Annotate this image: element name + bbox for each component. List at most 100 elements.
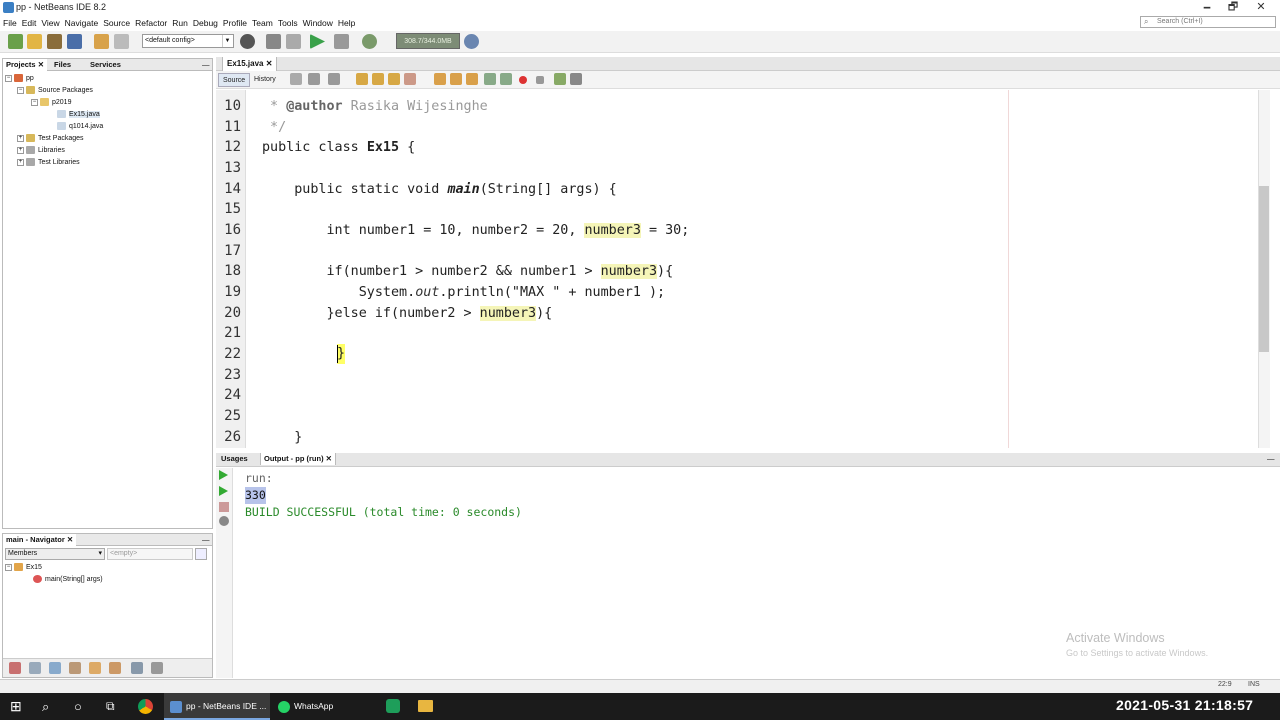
gc-icon[interactable] <box>464 34 479 49</box>
search-input[interactable]: ⌕ Search (Ctrl+I) <box>1140 16 1276 28</box>
clean-build-icon[interactable] <box>286 34 301 49</box>
editor-scroll-thumb[interactable] <box>1259 186 1269 352</box>
tab-usages[interactable]: Usages <box>218 453 251 465</box>
new-project-icon[interactable] <box>27 34 42 49</box>
menu-edit[interactable]: Edit <box>22 16 37 30</box>
search-icon[interactable]: ⌕ <box>42 693 49 720</box>
settings-icon[interactable] <box>219 516 229 526</box>
close-button[interactable]: ✕ <box>1248 0 1274 16</box>
redo-icon[interactable] <box>114 34 129 49</box>
navigator-filter-select[interactable]: <empty> <box>107 548 193 560</box>
memory-indicator[interactable]: 308.7/344.0MB <box>396 33 460 49</box>
menu-help[interactable]: Help <box>338 16 355 30</box>
tree-node-libraries[interactable]: + Libraries <box>17 145 65 157</box>
line-number: 15 <box>224 201 241 217</box>
panel-minimize-icon[interactable]: — <box>199 59 213 71</box>
panel-minimize-icon[interactable]: — <box>199 534 213 546</box>
tree-node-pp[interactable]: − pp <box>5 73 34 85</box>
check-icon[interactable] <box>570 73 582 85</box>
tree-node-p2019[interactable]: − p2019 <box>31 97 71 109</box>
forward-icon[interactable] <box>328 73 340 85</box>
menu-team[interactable]: Team <box>252 16 273 30</box>
stop-icon[interactable] <box>219 502 229 512</box>
menu-navigate[interactable]: Navigate <box>65 16 99 30</box>
run-icon[interactable] <box>310 34 325 49</box>
tab-services[interactable]: Services <box>87 59 124 71</box>
bookmark-icon[interactable] <box>466 73 478 85</box>
taskbar-whatsapp[interactable]: WhatsApp <box>272 693 372 720</box>
profile-icon[interactable] <box>362 34 377 49</box>
tab-ex15-java[interactable]: Ex15.java ✕ <box>222 57 278 71</box>
tab-files[interactable]: Files <box>51 59 74 71</box>
code-editor[interactable]: * @author Rasika Wijesinghe */ public cl… <box>247 90 1257 448</box>
cortana-icon[interactable]: ○ <box>74 693 82 720</box>
comment-icon[interactable] <box>484 73 496 85</box>
target-icon[interactable] <box>240 34 255 49</box>
tab-projects[interactable]: Projects ✕ <box>3 59 47 71</box>
debug-icon[interactable] <box>334 34 349 49</box>
menu-debug[interactable]: Debug <box>193 16 218 30</box>
back-icon[interactable] <box>308 73 320 85</box>
maximize-button[interactable]: 🗗 <box>1220 0 1246 16</box>
find-icon[interactable] <box>356 73 368 85</box>
tab-source[interactable]: Source <box>218 73 251 87</box>
members-select[interactable]: Members ▾ <box>5 548 105 560</box>
rerun-icon[interactable] <box>219 470 228 480</box>
tab-output-pp-run[interactable]: Output - pp (run) ✕ <box>260 453 336 465</box>
sort-icon[interactable] <box>151 662 163 674</box>
taskbar-netbeans[interactable]: pp - NetBeans IDE ... <box>164 693 270 720</box>
filter-icon[interactable] <box>89 662 101 674</box>
tab-navigator[interactable]: main - Navigator ✕ <box>3 534 77 546</box>
menu-window[interactable]: Window <box>303 16 333 30</box>
undo-icon[interactable] <box>94 34 109 49</box>
shift-right-icon[interactable] <box>450 73 462 85</box>
menu-refactor[interactable]: Refactor <box>135 16 167 30</box>
menu-file[interactable]: File <box>3 16 17 30</box>
tab-history[interactable]: History <box>250 73 280 87</box>
uncomment-icon[interactable] <box>500 73 512 85</box>
tree-node-ex15[interactable]: Ex15.java <box>57 109 100 121</box>
diff-icon[interactable] <box>554 73 566 85</box>
new-file-icon[interactable] <box>8 34 23 49</box>
record-macro-icon[interactable] <box>519 76 527 84</box>
file-explorer-icon[interactable] <box>418 700 433 712</box>
chrome-icon[interactable] <box>138 699 153 714</box>
stop-macro-icon[interactable] <box>536 76 544 84</box>
find-next-icon[interactable] <box>388 73 400 85</box>
menu-view[interactable]: View <box>41 16 59 30</box>
open-project-icon[interactable] <box>47 34 62 49</box>
shift-left-icon[interactable] <box>434 73 446 85</box>
menu-source[interactable]: Source <box>103 16 130 30</box>
menu-profile[interactable]: Profile <box>223 16 247 30</box>
rerun-with-params-icon[interactable] <box>219 486 228 496</box>
code-line-11: */ <box>262 120 287 135</box>
code-line-20: }else if(number2 > number3){ <box>262 306 553 321</box>
filter-icon[interactable] <box>9 662 21 674</box>
menu-run[interactable]: Run <box>172 16 188 30</box>
find-prev-icon[interactable] <box>372 73 384 85</box>
filter-icon[interactable] <box>49 662 61 674</box>
filter-icon[interactable] <box>69 662 81 674</box>
menu-tools[interactable]: Tools <box>278 16 298 30</box>
toggle-highlight-icon[interactable] <box>404 73 416 85</box>
last-edit-icon[interactable] <box>290 73 302 85</box>
tree-node-test-libraries[interactable]: + Test Libraries <box>17 157 80 169</box>
tree-node-q1014[interactable]: q1014.java <box>57 121 103 133</box>
sort-icon[interactable] <box>131 662 143 674</box>
navigator-node-ex15[interactable]: − Ex15 <box>5 562 42 574</box>
minimize-button[interactable]: 🗕 <box>1194 0 1220 16</box>
tree-node-source-packages[interactable]: − Source Packages <box>17 85 93 97</box>
navigator-node-main[interactable]: main(String[] args) <box>33 574 103 586</box>
start-icon[interactable]: ⊞ <box>10 693 22 720</box>
filter-icon[interactable] <box>29 662 41 674</box>
panel-minimize-icon[interactable]: — <box>1264 453 1278 465</box>
output-console[interactable]: run: 330 BUILD SUCCESSFUL (total time: 0… <box>233 468 1280 678</box>
tree-node-test-packages[interactable]: + Test Packages <box>17 133 84 145</box>
build-icon[interactable] <box>266 34 281 49</box>
filter-icon[interactable] <box>109 662 121 674</box>
filter-options-icon[interactable] <box>195 548 207 560</box>
save-all-icon[interactable] <box>67 34 82 49</box>
task-view-icon[interactable]: ⧉ <box>106 693 115 720</box>
app-icon[interactable] <box>386 699 400 713</box>
config-select[interactable]: <default config> ▼ <box>142 34 234 48</box>
